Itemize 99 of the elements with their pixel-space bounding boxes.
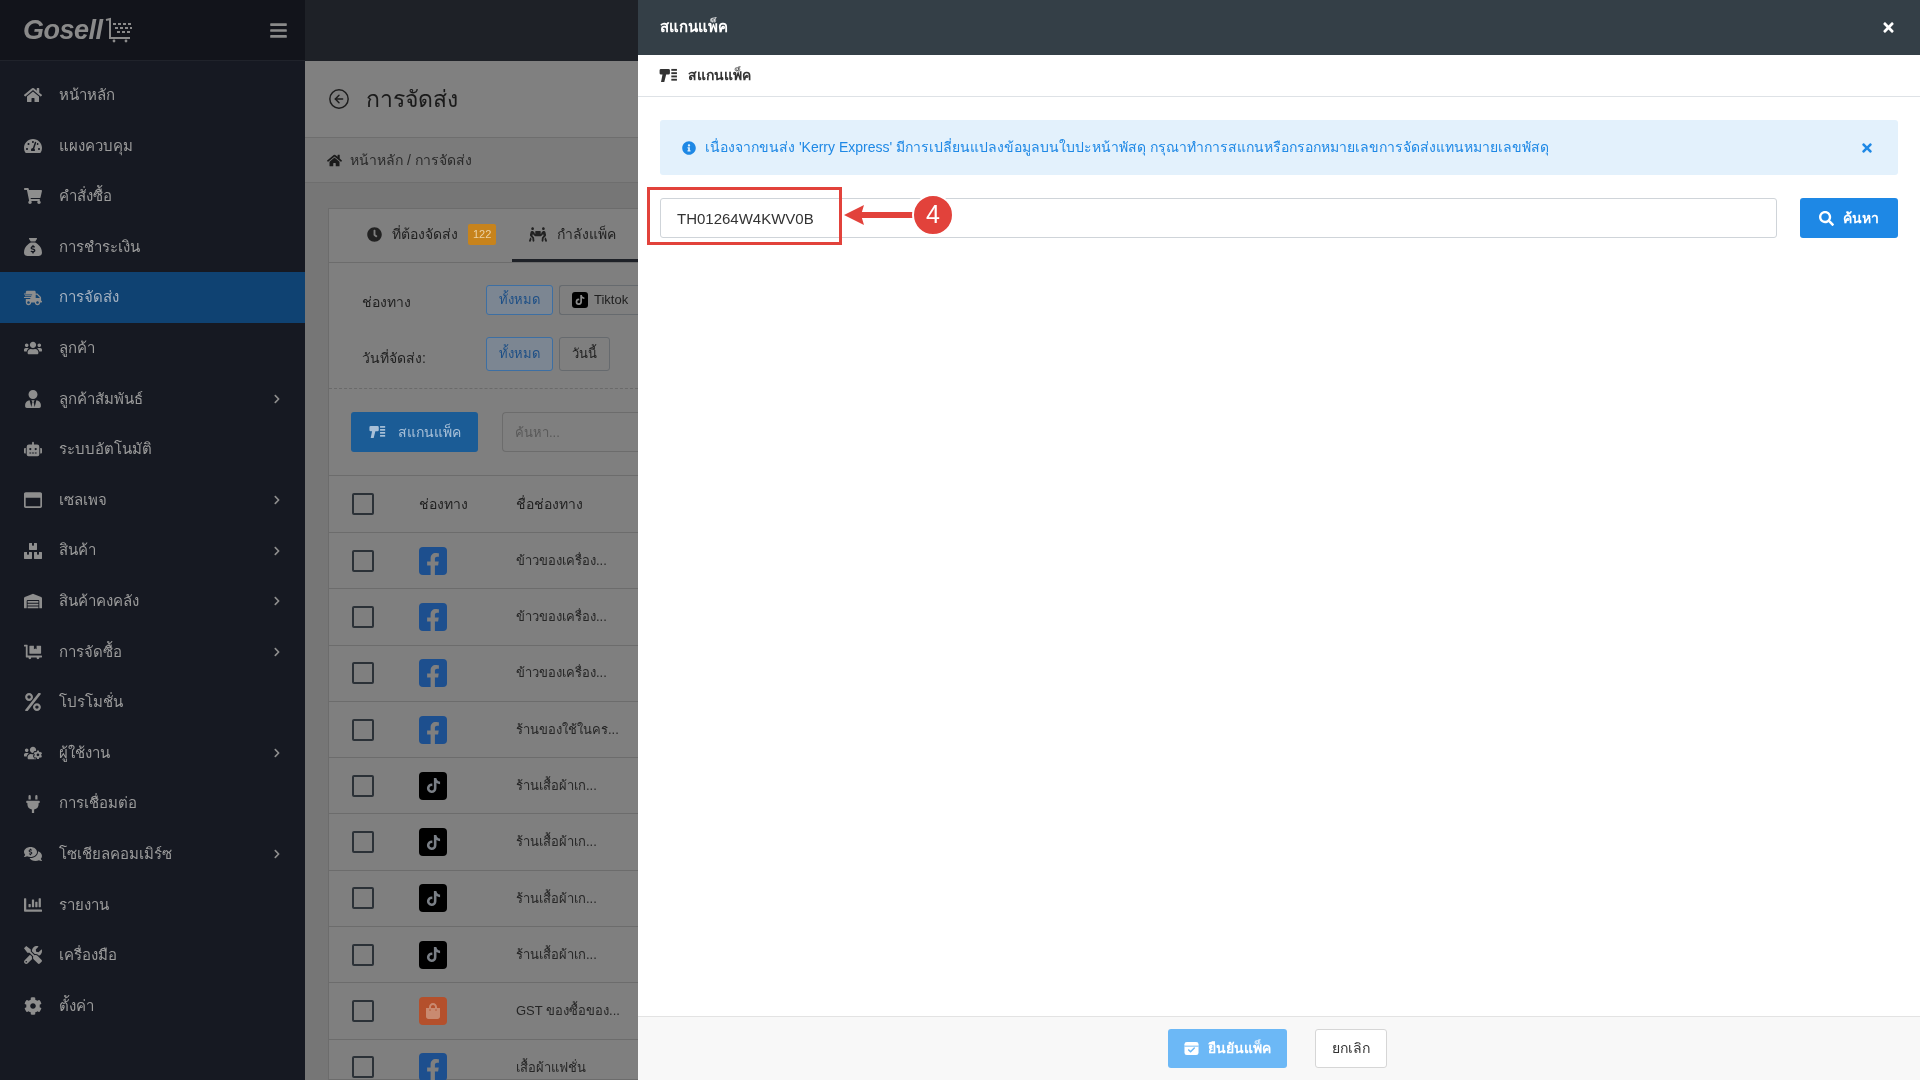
checkbox[interactable] xyxy=(352,549,374,572)
column-header: ช่องทาง xyxy=(419,494,468,514)
table-cell: GST ของซื้อของ... xyxy=(516,1001,620,1021)
sidebar-item[interactable]: ระบบอัตโนมัติ xyxy=(0,424,305,475)
checkbox[interactable] xyxy=(352,1000,374,1022)
search-icon xyxy=(1819,210,1834,226)
table-cell: ข้าวของเครื่อง... xyxy=(516,663,607,683)
count-badge: 122 xyxy=(468,223,497,245)
clock-icon xyxy=(367,226,382,242)
boxes-icon xyxy=(24,541,42,560)
tiktok-icon xyxy=(572,292,588,308)
users-gear-icon xyxy=(24,744,42,762)
sidebar-item[interactable]: ผู้ใช้งาน xyxy=(0,727,305,779)
sidebar-item[interactable]: โปรโมชั่น xyxy=(0,677,305,728)
checkbox[interactable] xyxy=(352,1056,374,1079)
sidebar-item[interactable]: หน้าหลัก xyxy=(0,70,305,121)
money-bag-icon xyxy=(24,238,42,257)
sidebar-item[interactable]: เครื่องมือ xyxy=(0,930,305,981)
checkbox[interactable] xyxy=(352,718,374,741)
sidebar-item[interactable]: การจัดส่ง xyxy=(0,272,305,323)
close-icon[interactable] xyxy=(1881,20,1896,35)
checkbox[interactable] xyxy=(352,662,374,685)
alert-message: เนื่องจากขนส่ง 'Kerry Express' มีการเปลี่ยนแปลงข้อมูลบนใบปะหน้าพัสดุ กรุณาทำการสแกนหรือกรอกหมายเลขการจัดส่งแทนหมายเลขพัสดุ xyxy=(705,137,1550,158)
tiktok-icon xyxy=(419,884,447,913)
search-button[interactable]: ค้นหา xyxy=(1800,198,1898,238)
filter-option[interactable]: Tiktok xyxy=(559,285,638,315)
tab[interactable]: ที่ต้องจัดส่ง 122 xyxy=(329,209,513,262)
sidebar-item[interactable]: แผงควบคุม xyxy=(0,120,305,172)
percent-icon xyxy=(24,693,42,712)
table-cell-text: เสื้อผ้าแฟชั่น xyxy=(516,1057,586,1077)
facebook-icon xyxy=(419,659,447,688)
sidebar-item[interactable]: การชำระเงิน xyxy=(0,221,305,273)
menu-icon[interactable] xyxy=(269,20,288,40)
bar-chart-icon xyxy=(24,895,42,914)
page-title: การจัดส่ง xyxy=(366,84,458,114)
breadcrumb: หน้าหลัก / การจัดส่ง xyxy=(350,150,472,170)
box-check-icon xyxy=(1183,1041,1199,1056)
checkbox[interactable] xyxy=(352,887,374,910)
dolly-icon xyxy=(24,642,42,661)
table-cell-text: ข้าวของเครื่อง... xyxy=(516,551,607,570)
scanner-icon xyxy=(368,425,386,439)
cart-icon xyxy=(103,17,134,43)
settings-icon xyxy=(24,997,42,1015)
cart-icon xyxy=(24,187,42,206)
filter-label: ช่องทาง xyxy=(362,293,411,312)
checkbox[interactable] xyxy=(352,774,374,797)
people-carry-icon xyxy=(529,226,548,242)
home-icon xyxy=(327,152,342,168)
sidebar-item[interactable]: เซลเพจ xyxy=(0,474,305,526)
table-cell-text: ร้านของใช้ในคร... xyxy=(516,720,619,739)
sidebar-item[interactable]: โซเชียลคอมเมิร์ซ xyxy=(0,828,305,880)
sidebar-item[interactable]: รายงาน xyxy=(0,879,305,931)
sidebar-item[interactable]: ตั้งค่า xyxy=(0,980,305,1032)
step-marker: 4 xyxy=(912,194,954,236)
cancel-button[interactable]: ยกเลิก xyxy=(1314,1029,1387,1068)
table-cell-text: ร้านเสื้อผ้าเก... xyxy=(516,944,597,964)
facebook-icon xyxy=(419,602,447,631)
tiktok-icon xyxy=(419,771,447,800)
filter-option[interactable]: วันนี้ xyxy=(559,337,610,371)
scan-pack-button[interactable]: สแกนแพ็ค xyxy=(351,412,478,452)
scanner-icon xyxy=(659,68,678,83)
table-cell: ร้านเสื้อผ้าเก... xyxy=(516,776,597,796)
sidebar-item[interactable]: สินค้าคงคลัง xyxy=(0,575,305,627)
window-icon xyxy=(24,491,42,510)
checkbox[interactable] xyxy=(352,605,374,628)
gauge-icon xyxy=(24,136,42,155)
user-icon xyxy=(24,389,42,408)
tools-icon xyxy=(24,946,42,965)
filter-label: วันที่จัดส่ง: xyxy=(362,348,426,368)
back-icon[interactable] xyxy=(328,88,350,110)
column-header: ชื่อช่องทาง xyxy=(516,494,583,514)
facebook-icon xyxy=(419,546,447,575)
sidebar-item[interactable]: การเชื่อมต่อ xyxy=(0,778,305,829)
table-cell: ข้าวของเครื่อง... xyxy=(516,607,607,627)
checkbox[interactable] xyxy=(352,493,374,515)
warehouse-icon xyxy=(24,592,42,611)
section-title: สแกนแพ็ค xyxy=(688,65,751,85)
sidebar-item[interactable]: ลูกค้าสัมพันธ์ xyxy=(0,373,305,425)
modal-title: สแกนแพ็ค xyxy=(660,16,728,38)
table-cell: ร้านเสื้อผ้าเก... xyxy=(516,832,597,852)
logo[interactable]: Gosell xyxy=(23,16,103,44)
home-icon xyxy=(24,86,42,105)
sidebar-item[interactable]: การจัดซื้อ xyxy=(0,626,305,678)
sidebar-item[interactable]: ลูกค้า xyxy=(0,322,305,374)
sidebar-item[interactable]: คำสั่งซื้อ xyxy=(0,171,305,222)
sidebar-item[interactable]: สินค้า xyxy=(0,525,305,576)
checkbox[interactable] xyxy=(352,831,374,854)
chat-dollar-icon xyxy=(24,845,42,864)
shopping-bag-icon xyxy=(419,997,447,1025)
pointer-arrow xyxy=(844,205,914,225)
robot-icon xyxy=(24,440,42,459)
checkbox[interactable] xyxy=(352,943,374,966)
plug-icon xyxy=(24,794,42,813)
info-icon xyxy=(682,140,696,155)
truck-icon xyxy=(24,288,42,307)
table-cell-text: ร้านเสื้อผ้าเก... xyxy=(516,888,597,908)
facebook-icon xyxy=(419,715,447,744)
tiktok-icon xyxy=(419,940,447,969)
tiktok-icon xyxy=(419,828,447,857)
